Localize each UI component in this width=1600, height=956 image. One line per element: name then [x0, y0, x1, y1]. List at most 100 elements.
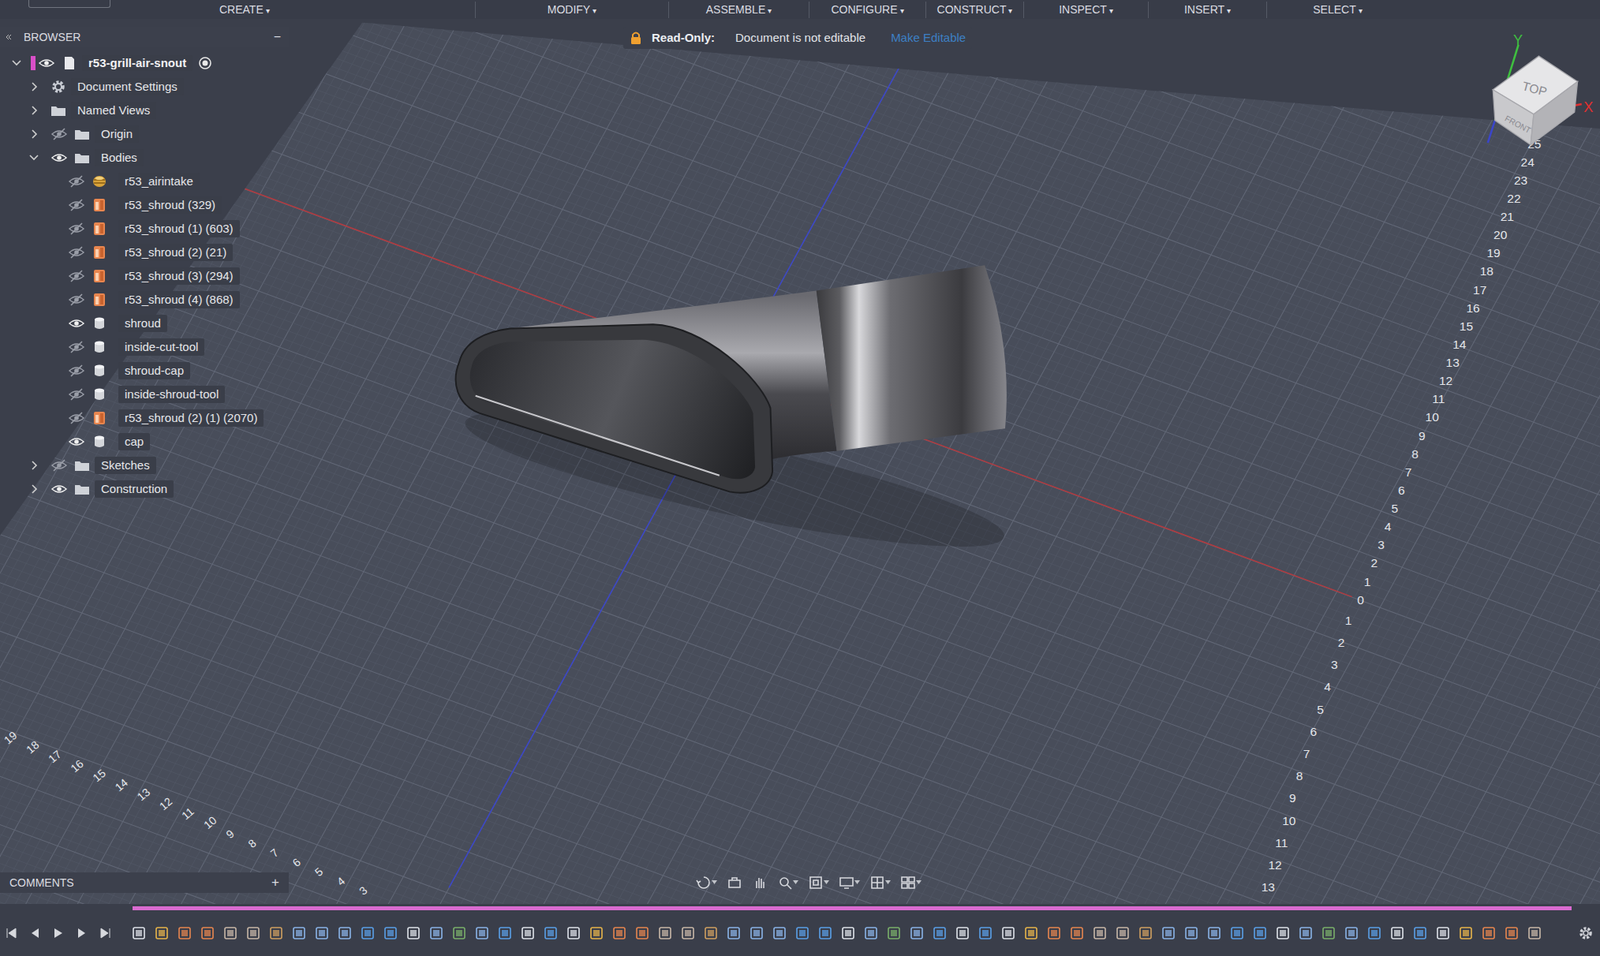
zoom-icon[interactable] — [777, 874, 793, 891]
feature-icon[interactable] — [885, 925, 902, 942]
tree-row-body[interactable]: r53_shroud (2) (21) — [0, 240, 289, 265]
feature-icon[interactable] — [428, 925, 445, 942]
caret-icon[interactable] — [711, 880, 718, 886]
tree-row-folder[interactable]: Construction — [0, 477, 289, 501]
feature-icon[interactable] — [863, 925, 879, 942]
feature-icon[interactable] — [245, 925, 262, 942]
tree-label[interactable]: cap — [118, 433, 150, 451]
feature-icon[interactable] — [222, 925, 239, 942]
tree-label[interactable]: shroud-cap — [118, 362, 191, 380]
feature-icon[interactable] — [1480, 925, 1497, 942]
go-to-end-icon[interactable] — [99, 927, 113, 940]
feature-icon[interactable] — [794, 925, 811, 942]
tree-row-body[interactable]: r53_airintake — [0, 169, 289, 194]
tree-row-body[interactable]: r53_shroud (4) (868) — [0, 287, 289, 312]
feature-icon[interactable] — [702, 925, 719, 942]
feature-icon[interactable] — [268, 925, 285, 942]
caret-icon[interactable] — [792, 880, 799, 886]
eye-hidden-icon[interactable] — [67, 411, 86, 426]
model[interactable] — [456, 265, 1013, 572]
feature-icon[interactable] — [405, 925, 422, 942]
menu-button[interactable]: INSPECT▾ — [1058, 1, 1114, 19]
feature-icon[interactable] — [1320, 925, 1337, 942]
feature-icon[interactable] — [359, 925, 376, 942]
play-icon[interactable] — [52, 927, 65, 940]
eye-icon[interactable] — [37, 56, 56, 71]
feature-icon[interactable] — [588, 925, 605, 942]
feature-icon[interactable] — [382, 925, 399, 942]
chevron-right-icon[interactable] — [26, 127, 42, 142]
feature-icon[interactable] — [908, 925, 925, 942]
feature-icon[interactable] — [1343, 925, 1360, 942]
tree-row-body[interactable]: cap — [0, 429, 289, 454]
tree-row-body[interactable]: r53_shroud (1) (603) — [0, 216, 289, 241]
feature-icon[interactable] — [336, 925, 353, 942]
tree-label[interactable]: inside-shroud-tool — [118, 385, 225, 404]
eye-hidden-icon[interactable] — [50, 458, 68, 473]
tree-row-body[interactable]: shroud-cap — [0, 358, 289, 383]
tree-row-folder[interactable]: Named Views — [0, 98, 289, 123]
feature-icon[interactable] — [153, 925, 170, 942]
fit-icon[interactable] — [807, 874, 824, 891]
pan-icon[interactable] — [751, 874, 768, 891]
feature-icon[interactable] — [1252, 925, 1268, 942]
feature-icon[interactable] — [840, 925, 857, 942]
viewcube[interactable]: YXTOPFRONT — [1487, 32, 1594, 146]
look-at-icon[interactable] — [726, 874, 743, 891]
go-to-start-icon[interactable] — [4, 927, 18, 940]
menu-button[interactable]: INSERT▾ — [1184, 1, 1231, 19]
tree-label[interactable]: inside-cut-tool — [118, 338, 205, 356]
menu-button[interactable]: CONFIGURE▾ — [831, 1, 905, 19]
tree-row-folder[interactable]: Bodies — [0, 145, 289, 170]
eye-hidden-icon[interactable] — [67, 198, 86, 213]
eye-icon[interactable] — [50, 482, 68, 497]
feature-icon[interactable] — [542, 925, 559, 942]
caret-icon[interactable] — [823, 880, 830, 886]
feature-icon[interactable] — [1206, 925, 1223, 942]
eye-hidden-icon[interactable] — [50, 127, 68, 142]
caret-icon[interactable] — [915, 880, 922, 886]
chevron-right-icon[interactable] — [26, 103, 42, 118]
chevron-right-icon[interactable] — [26, 458, 42, 473]
feature-icon[interactable] — [1503, 925, 1520, 942]
feature-icon[interactable] — [1160, 925, 1177, 942]
tree-row-body[interactable]: shroud — [0, 311, 289, 336]
feature-icon[interactable] — [314, 925, 330, 942]
menu-button[interactable]: SELECT▾ — [1312, 1, 1362, 19]
caret-icon[interactable] — [885, 880, 891, 886]
feature-icon[interactable] — [497, 925, 513, 942]
feature-icon[interactable] — [1183, 925, 1200, 942]
activate-radio-icon[interactable] — [197, 55, 214, 72]
feature-icon[interactable] — [1457, 925, 1474, 942]
tree-label[interactable]: r53_shroud (2) (1) (2070) — [118, 409, 264, 427]
feature-icon[interactable] — [1412, 925, 1429, 942]
tree-label[interactable]: r53_shroud (2) (21) — [118, 243, 233, 262]
tree-label[interactable]: Sketches — [94, 456, 157, 475]
eye-hidden-icon[interactable] — [67, 245, 86, 260]
feature-icon[interactable] — [657, 925, 673, 942]
grid-icon[interactable] — [869, 874, 886, 891]
feature-icon[interactable] — [954, 925, 971, 942]
feature-icon[interactable] — [977, 925, 994, 942]
feature-icon[interactable] — [565, 925, 582, 942]
menu-button[interactable]: CONSTRUCT▾ — [937, 1, 1014, 19]
tree-label[interactable]: r53_shroud (4) (868) — [118, 291, 240, 309]
feature-icon[interactable] — [1091, 925, 1108, 942]
feature-icon[interactable] — [199, 925, 216, 942]
feature-icon[interactable] — [474, 925, 490, 942]
step-forward-icon[interactable] — [75, 927, 89, 940]
tree-label[interactable]: Origin — [94, 125, 139, 143]
tree-label[interactable]: r53_shroud (1) (603) — [118, 220, 240, 238]
feature-icon[interactable] — [176, 925, 193, 942]
eye-hidden-icon[interactable] — [67, 221, 86, 236]
tree-label[interactable]: r53_airintake — [118, 172, 200, 191]
eye-hidden-icon[interactable] — [67, 387, 86, 402]
tree-row-body[interactable]: r53_shroud (3) (294) — [0, 264, 289, 288]
eye-hidden-icon[interactable] — [67, 292, 86, 307]
feature-icon[interactable] — [1114, 925, 1131, 942]
tree-row-folder[interactable]: Sketches — [0, 453, 289, 478]
tree-label[interactable]: r53_shroud (3) (294) — [118, 267, 240, 285]
chevron-down-icon[interactable] — [26, 150, 42, 165]
tree-label[interactable]: Document Settings — [71, 78, 184, 96]
feature-icon[interactable] — [519, 925, 536, 942]
